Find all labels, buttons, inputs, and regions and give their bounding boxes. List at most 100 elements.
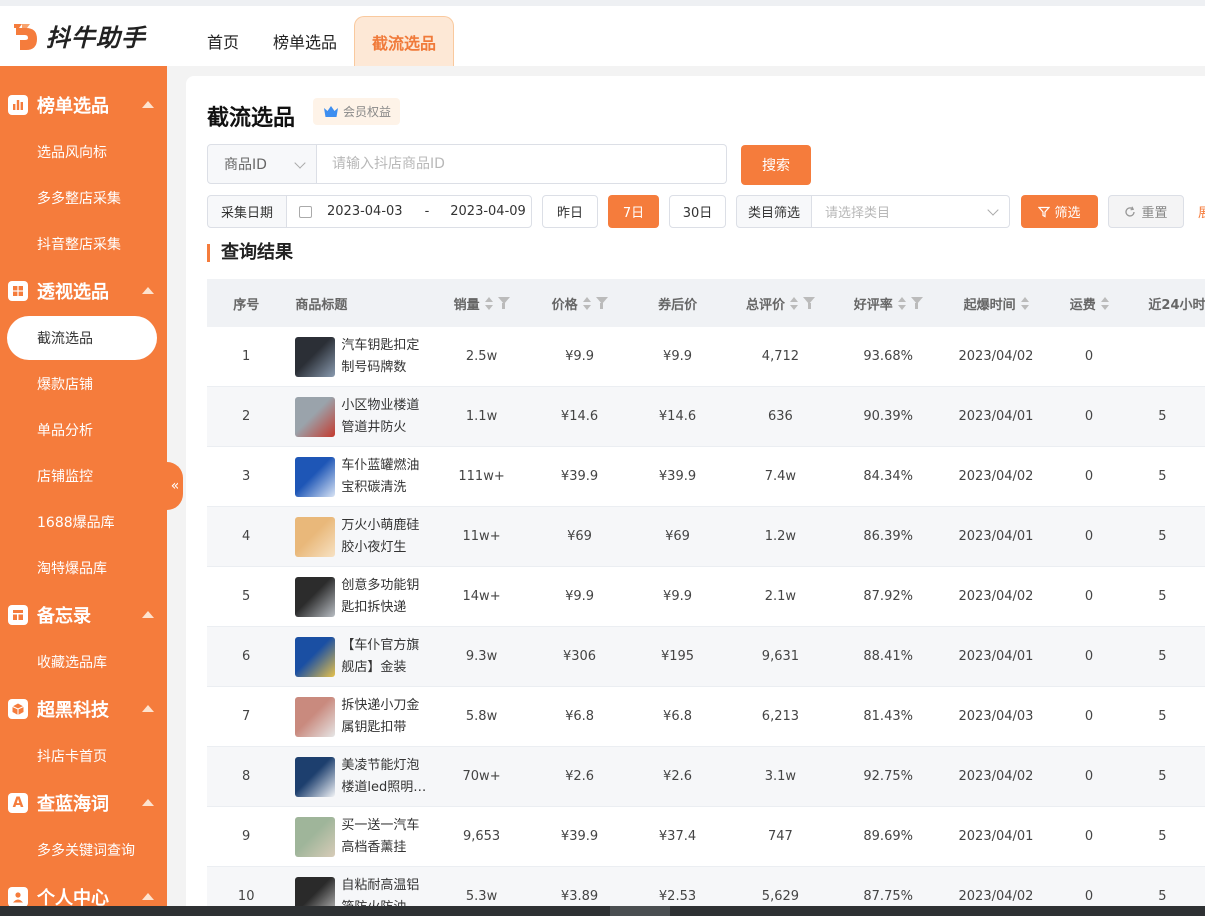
product-title[interactable]: 小区物业楼道管道井防火门…: [341, 395, 431, 439]
filter-icon[interactable]: [910, 297, 923, 309]
col-label: 起爆时间: [963, 297, 1016, 313]
product-title[interactable]: 创意多功能钥匙扣拆快递刀…: [341, 575, 431, 619]
sidebar-item-pdd-keywords[interactable]: 多多关键词查询: [0, 827, 167, 873]
cell-reviews: 7.4w: [764, 469, 797, 484]
app-logo[interactable]: 抖牛助手: [10, 18, 146, 53]
reset-button[interactable]: 重置: [1108, 195, 1184, 228]
table-row[interactable]: 7 拆快递小刀金属钥匙扣带开… 5.8w ¥6.8 ¥6.8 6,213 81.43% 202…: [207, 687, 1205, 747]
cell-no: 8: [242, 769, 251, 784]
sidebar-item-trend[interactable]: 选品风向标: [0, 129, 167, 175]
cell-product[interactable]: 拆快递小刀金属钥匙扣带开…: [285, 687, 432, 747]
product-thumbnail[interactable]: [295, 756, 336, 797]
vip-badge[interactable]: 会员权益: [313, 98, 401, 125]
filter-icon[interactable]: [595, 297, 608, 309]
expand-link[interactable]: 展: [1198, 195, 1205, 228]
product-title[interactable]: 【车仆官方旗舰店】金装燃…: [341, 635, 431, 679]
crown-icon: [323, 105, 339, 118]
col-sales[interactable]: 销量: [433, 279, 531, 327]
product-title[interactable]: 美凌节能灯泡楼道led照明…: [341, 755, 431, 799]
sort-icon[interactable]: [1020, 296, 1029, 310]
sidebar-item-intercept[interactable]: 截流选品: [7, 316, 157, 360]
filter-icon[interactable]: [803, 297, 816, 309]
col-reviews[interactable]: 总评价: [727, 279, 835, 327]
col-date[interactable]: 起爆时间: [942, 279, 1050, 327]
sidebar-section-ranking[interactable]: 榜单选品: [0, 81, 167, 129]
cell-24h: 5: [1158, 469, 1167, 484]
product-thumbnail[interactable]: [295, 336, 336, 377]
product-thumbnail[interactable]: [295, 516, 336, 557]
sort-icon[interactable]: [897, 296, 906, 310]
cell-shipping: 0: [1084, 769, 1094, 784]
cell-24h: [1128, 327, 1205, 387]
table-row[interactable]: 3 车仆蓝罐燃油宝积碳清洗剂… 111w+ ¥39.9 ¥39.9 7.4w 84.34% 2…: [207, 447, 1205, 507]
sort-icon[interactable]: [484, 296, 493, 310]
sidebar-item-favorites[interactable]: 收藏选品库: [0, 639, 167, 685]
tab-home[interactable]: 首页: [190, 16, 256, 66]
product-thumbnail[interactable]: [295, 396, 336, 437]
product-thumbnail[interactable]: [295, 636, 336, 677]
table-row[interactable]: 6 【车仆官方旗舰店】金装燃… 9.3w ¥306 ¥195 9,631 88.41% 202…: [207, 627, 1205, 687]
sidebar-item-douyin-collect[interactable]: 抖音整店采集: [0, 221, 167, 267]
category-select[interactable]: 请选择类目: [811, 195, 1010, 228]
sidebar-item-pdd-collect[interactable]: 多多整店采集: [0, 175, 167, 221]
collapse-sidebar-button[interactable]: «: [167, 462, 183, 510]
cell-price: ¥9.9: [565, 349, 595, 364]
scrollbar-thumb[interactable]: [610, 906, 670, 916]
sidebar-item-1688[interactable]: 1688爆品库: [0, 499, 167, 545]
horizontal-scrollbar[interactable]: [0, 906, 1205, 916]
product-title[interactable]: 买一送一汽车高档香薰挂件…: [341, 815, 431, 859]
cell-product[interactable]: 美凌节能灯泡楼道led照明…: [285, 747, 432, 807]
range-yesterday-button[interactable]: 昨日: [542, 195, 598, 228]
table-row[interactable]: 2 小区物业楼道管道井防火门… 1.1w ¥14.6 ¥14.6 636 90.39% 202…: [207, 387, 1205, 447]
cell-product[interactable]: 创意多功能钥匙扣拆快递刀…: [285, 567, 432, 627]
sidebar-item-shop-monitor[interactable]: 店铺监控: [0, 453, 167, 499]
sidebar-item-card-home[interactable]: 抖店卡首页: [0, 733, 167, 779]
product-title[interactable]: 汽车钥匙扣定制号码牌数字…: [341, 335, 431, 379]
sidebar-section-perspective[interactable]: 透视选品: [0, 267, 167, 315]
cell-product[interactable]: 汽车钥匙扣定制号码牌数字…: [285, 327, 432, 387]
product-thumbnail[interactable]: [295, 576, 336, 617]
sidebar-section-keywords[interactable]: A 查蓝海词: [0, 779, 167, 827]
table-row[interactable]: 9 买一送一汽车高档香薰挂件… 9,653 ¥39.9 ¥37.4 747 89.69% 20…: [207, 807, 1205, 867]
range-7d-button[interactable]: 7日: [608, 195, 659, 228]
col-shipping[interactable]: 运费: [1050, 279, 1128, 327]
product-thumbnail[interactable]: [295, 456, 336, 497]
tab-ranking[interactable]: 榜单选品: [256, 16, 354, 66]
sidebar-section-memo[interactable]: 备忘录: [0, 591, 167, 639]
sort-icon[interactable]: [1100, 296, 1109, 310]
product-thumbnail[interactable]: [295, 816, 336, 857]
sidebar-item-taote[interactable]: 淘特爆品库: [0, 545, 167, 591]
col-rate[interactable]: 好评率: [834, 279, 942, 327]
search-field-select[interactable]: 商品ID: [207, 144, 317, 184]
sort-icon[interactable]: [790, 296, 799, 310]
sidebar-item-hot-shops[interactable]: 爆款店铺: [0, 361, 167, 407]
cell-rate: 87.92%: [863, 589, 913, 604]
filter-button[interactable]: 筛选: [1021, 195, 1098, 228]
date-range-picker[interactable]: 2023-04-03 - 2023-04-09: [286, 195, 532, 228]
cell-product[interactable]: 买一送一汽车高档香薰挂件…: [285, 807, 432, 867]
table-row[interactable]: 1 汽车钥匙扣定制号码牌数字… 2.5w ¥9.9 ¥9.9 4,712 93.68% 202…: [207, 327, 1205, 387]
tab-intercept[interactable]: 截流选品: [354, 16, 455, 66]
sidebar-section-tech[interactable]: 超黑科技: [0, 685, 167, 733]
table-row[interactable]: 8 美凌节能灯泡楼道led照明… 70w+ ¥2.6 ¥2.6 3.1w 92.75% 202…: [207, 747, 1205, 807]
page-title: 截流选品: [207, 106, 296, 131]
sidebar-item-item-analysis[interactable]: 单品分析: [0, 407, 167, 453]
product-thumbnail[interactable]: [295, 696, 336, 737]
table-row[interactable]: 4 万火小萌鹿硅胶小夜灯生日… 11w+ ¥69 ¥69 1.2w 86.39% 2023/0…: [207, 507, 1205, 567]
range-30d-button[interactable]: 30日: [669, 195, 726, 228]
product-title[interactable]: 万火小萌鹿硅胶小夜灯生日…: [341, 515, 431, 559]
cell-product[interactable]: 小区物业楼道管道井防火门…: [285, 387, 432, 447]
col-label: 商品标题: [295, 297, 348, 313]
filter-icon[interactable]: [497, 297, 510, 309]
search-input[interactable]: [317, 144, 727, 184]
col-price[interactable]: 价格: [531, 279, 629, 327]
cell-product[interactable]: 车仆蓝罐燃油宝积碳清洗剂…: [285, 447, 432, 507]
cell-product[interactable]: 【车仆官方旗舰店】金装燃…: [285, 627, 432, 687]
product-title[interactable]: 车仆蓝罐燃油宝积碳清洗剂…: [341, 455, 431, 499]
product-title[interactable]: 拆快递小刀金属钥匙扣带开…: [341, 695, 431, 739]
cell-product[interactable]: 万火小萌鹿硅胶小夜灯生日…: [285, 507, 432, 567]
table-row[interactable]: 5 创意多功能钥匙扣拆快递刀… 14w+ ¥9.9 ¥9.9 2.1w 87.92% 2023…: [207, 567, 1205, 627]
cell-sales: 14w+: [462, 589, 501, 604]
search-button[interactable]: 搜索: [741, 145, 811, 185]
sort-icon[interactable]: [582, 296, 591, 310]
